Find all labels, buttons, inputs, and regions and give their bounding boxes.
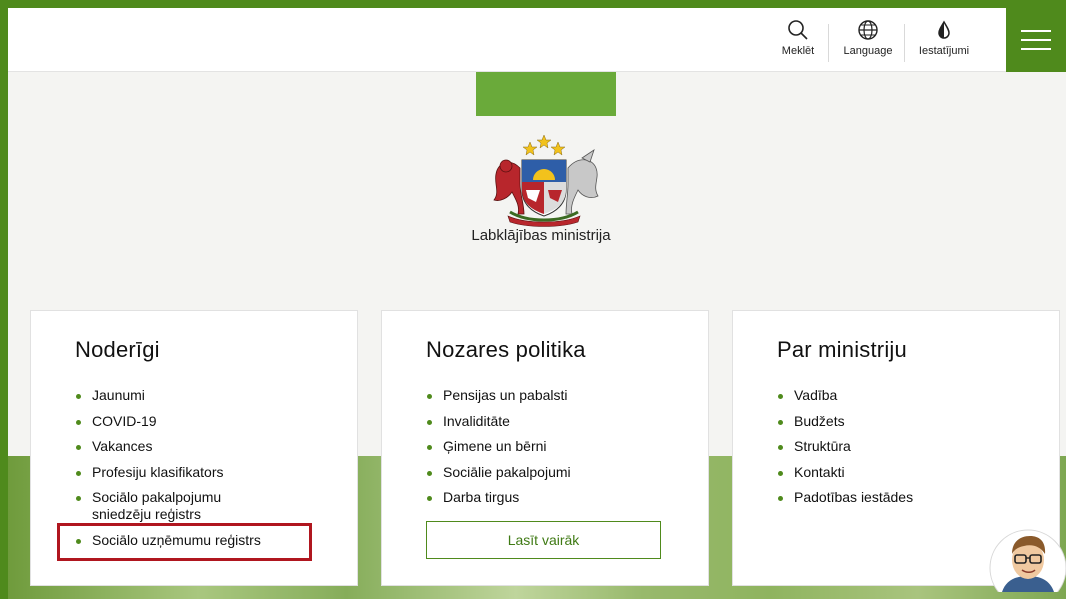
globe-icon [857,18,879,42]
link-struktura[interactable]: Struktūra [794,438,851,454]
virtual-assistant-avatar-icon[interactable] [988,528,1066,599]
link-budzets[interactable]: Budžets [794,413,845,429]
card-nozares-politika: Nozares politika Pensijas un pabalsti In… [381,310,709,586]
search-icon [787,18,809,42]
link-darba-tirgus[interactable]: Darba tirgus [443,489,519,505]
list-item: Vakances [75,438,265,455]
list-item: Budžets [777,413,913,430]
header-divider [904,24,905,62]
card-noderigi: Noderīgi Jaunumi COVID-19 Vakances Profe… [30,310,358,586]
link-jaunumi[interactable]: Jaunumi [92,387,145,403]
link-covid-19[interactable]: COVID-19 [92,413,157,429]
list-item: Ģimene un bērni [426,438,571,455]
link-socialie-pakalpojumi[interactable]: Sociālie pakalpojumi [443,464,571,480]
hamburger-menu-icon [1021,30,1051,50]
card-link-list: Jaunumi COVID-19 Vakances Profesiju klas… [75,387,265,558]
link-gimene-un-berni[interactable]: Ģimene un bērni [443,438,547,454]
list-item: Sociālo uzņēmumu reģistrs [75,532,265,549]
list-item: Jaunumi [75,387,265,404]
link-pensijas-un-pabalsti[interactable]: Pensijas un pabalsti [443,387,568,403]
link-socialo-pakalpojumu-sniedzeju-registrs[interactable]: Sociālo pakalpojumu sniedzēju reģistrs [92,489,221,522]
contrast-drop-icon [936,18,952,42]
header-divider [828,24,829,62]
link-vadiba[interactable]: Vadība [794,387,837,403]
card-link-list: Vadība Budžets Struktūra Kontakti Padotī… [777,387,913,515]
link-kontakti[interactable]: Kontakti [794,464,845,480]
link-vakances[interactable]: Vakances [92,438,152,454]
list-item: Invaliditāte [426,413,571,430]
card-title: Par ministriju [777,337,907,362]
card-title: Nozares politika [426,337,586,362]
list-item: COVID-19 [75,413,265,430]
link-profesiju-klasifikators[interactable]: Profesiju klasifikators [92,464,224,480]
list-item: Struktūra [777,438,913,455]
list-item: Vadība [777,387,913,404]
green-tab-decoration [476,72,616,116]
site-header: Meklēt Language Iestatījumi [8,8,1066,72]
settings-button[interactable]: Iestatījumi [908,18,980,66]
settings-label: Iestatījumi [918,45,970,57]
search-button[interactable]: Meklēt [772,18,824,66]
list-item: Pensijas un pabalsti [426,387,571,404]
hamburger-menu-button[interactable] [1006,8,1066,72]
link-padotibas-iestades[interactable]: Padotības iestādes [794,489,913,505]
card-title: Noderīgi [75,337,160,362]
latvia-coat-of-arms-icon[interactable] [470,128,618,228]
list-item: Sociālo pakalpojumu sniedzēju reģistrs [75,489,265,523]
language-label: Language [843,45,893,57]
ministry-name: Labklājības ministrija [471,227,611,244]
search-label: Meklēt [781,45,815,57]
link-invaliditate[interactable]: Invaliditāte [443,413,510,429]
link-socialo-uznemumu-registrs[interactable]: Sociālo uzņēmumu reģistrs [92,532,261,548]
list-item: Sociālie pakalpojumi [426,464,571,481]
language-button[interactable]: Language [836,18,900,66]
list-item: Kontakti [777,464,913,481]
list-item: Profesiju klasifikators [75,464,265,481]
list-item: Padotības iestādes [777,489,913,506]
page-frame: Meklēt Language Iestatījumi Labklājības … [8,8,1066,599]
list-item: Darba tirgus [426,489,571,506]
card-link-list: Pensijas un pabalsti Invaliditāte Ģimene… [426,387,571,515]
read-more-button[interactable]: Lasīt vairāk [426,521,661,559]
